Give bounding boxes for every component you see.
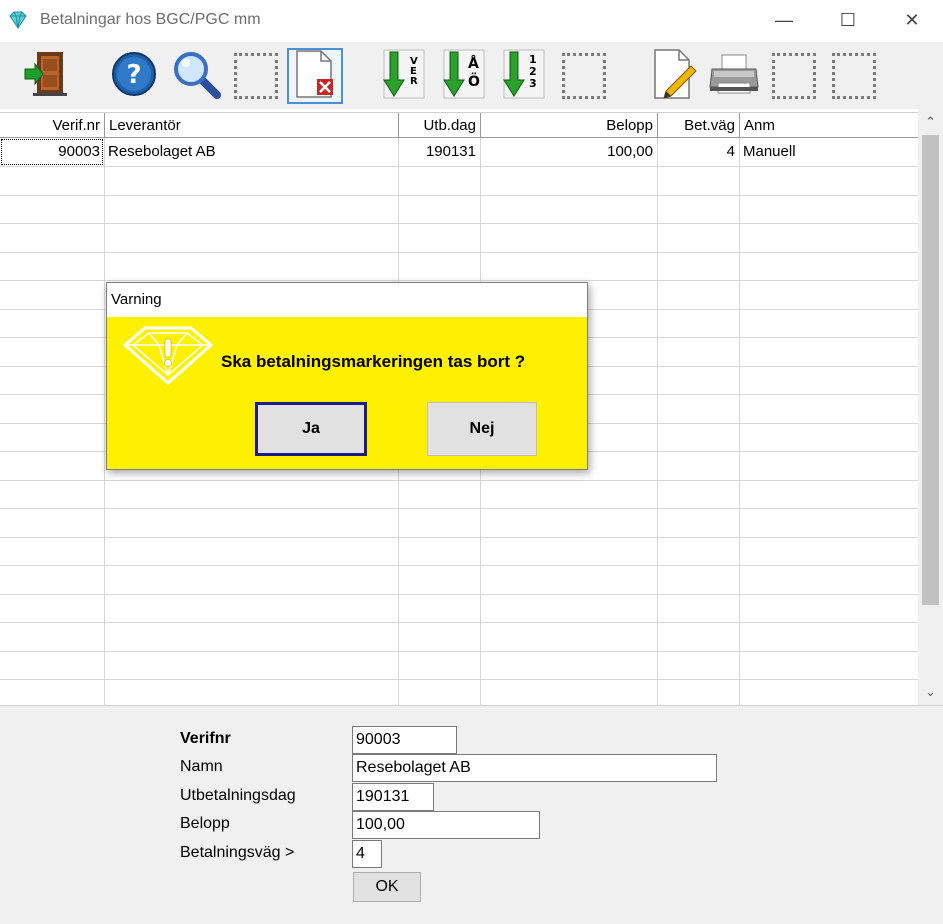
delete-document-icon — [293, 49, 337, 103]
exit-door-icon — [23, 49, 69, 103]
cell-utbdag[interactable]: 190131 — [398, 138, 480, 166]
cell-betvag[interactable]: 4 — [657, 138, 739, 166]
no-button[interactable]: Nej — [427, 402, 537, 456]
cell-anm[interactable]: Manuell — [739, 138, 918, 166]
diamond-icon — [8, 11, 28, 29]
exit-button[interactable] — [18, 48, 74, 104]
namn-field[interactable]: Resebolaget AB — [352, 754, 717, 782]
grid-line — [0, 537, 918, 538]
maximize-button[interactable]: ☐ — [826, 6, 870, 34]
belopp-label: Belopp — [180, 815, 230, 832]
toolbar-empty-slot — [826, 48, 882, 104]
search-icon — [171, 49, 221, 103]
grid-line — [0, 594, 918, 595]
edit-button[interactable] — [646, 48, 702, 104]
grid-line — [0, 195, 918, 196]
window-title: Betalningar hos BGC/PGC mm — [40, 11, 261, 28]
table-row[interactable]: 90003 Resebolaget AB 190131 100,00 4 Man… — [0, 138, 918, 166]
column-header-utbdag[interactable]: Utb.dag — [399, 113, 481, 138]
grid-line — [0, 679, 918, 680]
warning-diamond-icon — [122, 325, 214, 389]
close-button[interactable]: ✕ — [890, 6, 934, 34]
column-header-verifnr[interactable]: Verif.nr — [0, 113, 105, 138]
column-header-belopp[interactable]: Belopp — [481, 113, 658, 138]
grid-line — [0, 508, 918, 509]
cell-verifnr[interactable]: 90003 — [0, 138, 104, 166]
verifnr-field[interactable]: 90003 — [352, 726, 457, 754]
edit-document-icon — [651, 48, 697, 104]
dialog-title: Varning — [107, 283, 587, 317]
scroll-down-button[interactable]: ⌄ — [918, 679, 943, 705]
betalningsvag-label[interactable]: Betalningsväg > — [180, 844, 294, 862]
scroll-thumb[interactable] — [922, 135, 939, 605]
search-button[interactable] — [168, 48, 224, 104]
cell-leverantor[interactable]: Resebolaget AB — [104, 138, 398, 166]
help-icon: ? — [110, 50, 158, 102]
grid-line — [0, 223, 918, 224]
grid-line — [0, 622, 918, 623]
column-header-anm[interactable]: Anm — [740, 113, 918, 138]
sort-verifnr-button[interactable]: V E R — [376, 48, 432, 104]
grid-line — [0, 565, 918, 566]
vertical-scrollbar[interactable]: ⌃ ⌄ — [918, 109, 943, 705]
toolbar: ? V E R Å Ö 1 2 3 — [0, 42, 943, 109]
column-header-betvag[interactable]: Bet.väg — [658, 113, 740, 138]
grid-line — [0, 651, 918, 652]
grid-line — [0, 252, 918, 253]
svg-text:Å: Å — [468, 55, 479, 72]
toolbar-empty-slot — [228, 48, 284, 104]
sort-verifnr-icon: V E R — [380, 48, 428, 104]
detail-form: Verifnr 90003 Namn Resebolaget AB Utbeta… — [0, 705, 943, 924]
sort-alpha-button[interactable]: Å Ö — [436, 48, 492, 104]
scroll-up-button[interactable]: ⌃ — [918, 109, 943, 135]
verifnr-label: Verifnr — [180, 730, 231, 747]
delete-button[interactable] — [287, 48, 343, 104]
help-button[interactable]: ? — [106, 48, 162, 104]
sort-alpha-icon: Å Ö — [440, 48, 488, 104]
ok-button[interactable]: OK — [353, 872, 421, 902]
print-icon — [708, 51, 760, 101]
dialog-body: Ska betalningsmarkeringen tas bort ? Ja … — [107, 317, 587, 469]
grid-line — [0, 480, 918, 481]
belopp-field[interactable]: 100,00 — [352, 811, 540, 839]
svg-text:R: R — [410, 76, 418, 87]
sort-numeric-icon: 1 2 3 — [500, 48, 548, 104]
dialog-message: Ska betalningsmarkeringen tas bort ? — [221, 352, 526, 371]
svg-text:?: ? — [126, 60, 141, 90]
grid-line — [0, 166, 918, 167]
svg-text:Ö: Ö — [468, 72, 480, 90]
minimize-button[interactable]: — — [762, 6, 806, 34]
betalningsvag-field[interactable]: 4 — [352, 840, 382, 868]
cell-belopp[interactable]: 100,00 — [480, 138, 657, 166]
svg-text:3: 3 — [529, 77, 537, 90]
namn-label: Namn — [180, 758, 223, 775]
title-bar: Betalningar hos BGC/PGC mm — ☐ ✕ — [0, 0, 943, 42]
sort-numeric-button[interactable]: 1 2 3 — [496, 48, 552, 104]
column-header-leverantor[interactable]: Leverantör — [105, 113, 399, 138]
warning-dialog: Varning Ska betalningsmarkeringen tas bo… — [106, 282, 588, 470]
toolbar-empty-slot — [556, 48, 612, 104]
toolbar-empty-slot — [766, 48, 822, 104]
grid-line — [0, 280, 918, 281]
print-button[interactable] — [706, 48, 762, 104]
grid-header: Verif.nr Leverantör Utb.dag Belopp Bet.v… — [0, 112, 918, 138]
yes-button[interactable]: Ja — [255, 402, 367, 456]
utbetalningsdag-label: Utbetalningsdag — [180, 787, 296, 804]
utbetalningsdag-field[interactable]: 190131 — [352, 783, 434, 811]
